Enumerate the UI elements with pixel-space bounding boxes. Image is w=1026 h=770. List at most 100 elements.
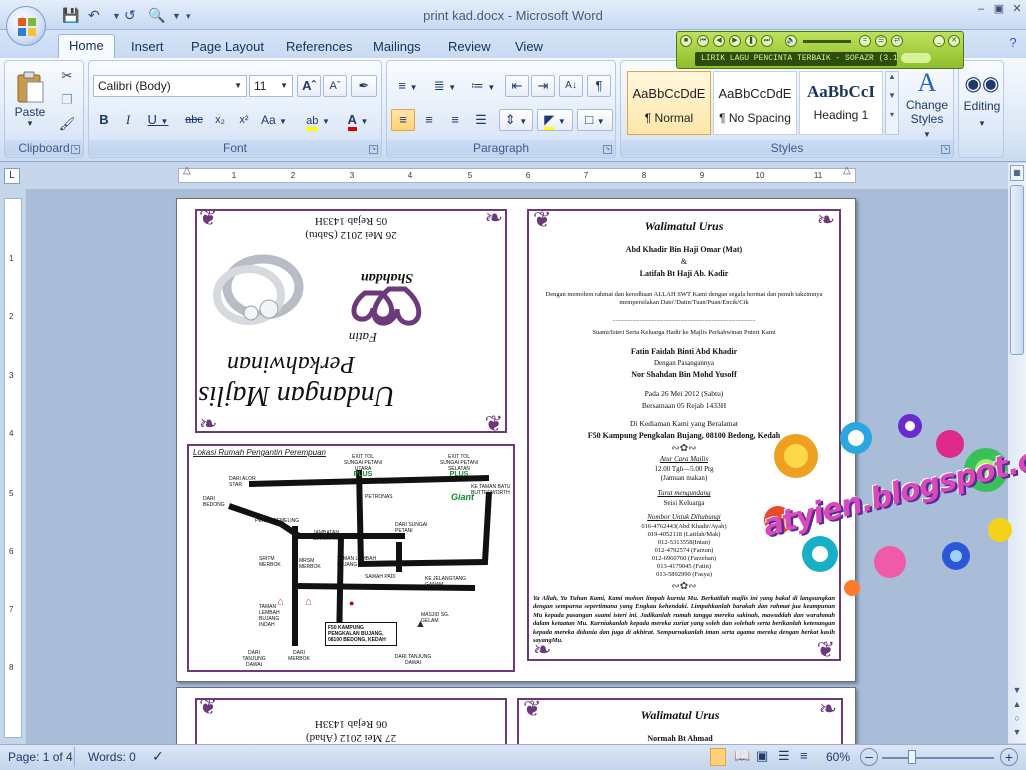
player-close-icon[interactable]: ✕ [948,35,960,47]
tab-home[interactable]: Home [58,34,115,58]
pause-icon[interactable]: ❚ [745,35,757,47]
dialog-launcher-icon[interactable]: ↘ [369,145,378,154]
dialog-launcher-icon[interactable]: ↘ [71,145,80,154]
volume-slider[interactable] [803,40,851,43]
zoom-out-icon[interactable]: – [860,748,878,766]
help-icon[interactable]: ? [1004,36,1022,50]
tab-insert[interactable]: Insert [121,36,174,58]
vertical-ruler[interactable]: 1 2 3 4 5 6 7 8 [4,198,22,738]
style-heading-1[interactable]: AaBbCcI Heading 1 [799,71,883,135]
player-minimize-icon[interactable]: _ [933,35,945,47]
shading-button[interactable]: ◤ ▼ [537,109,573,131]
document-page[interactable]: 26 Mei 2012 (Sabtu) 05 Rejab 1433H Undan… [176,198,856,682]
style-normal[interactable]: AaBbCcDdE ¶ Normal [627,71,711,135]
change-styles-button[interactable]: A Change Styles ▼ [903,67,951,139]
align-center-button[interactable]: ≡ [417,109,441,131]
borders-button[interactable]: □ ▼ [577,109,613,131]
paste-button[interactable]: Paste ▼ [11,67,49,137]
horizontal-ruler[interactable]: △ 1 2 3 4 5 6 7 8 9 10 11 △ [178,165,856,183]
shuffle-icon[interactable]: ⇄ [891,35,903,47]
font-color-button[interactable]: A ▼ [339,109,377,131]
tab-view[interactable]: View [505,36,553,58]
bold-button[interactable]: B [93,109,115,131]
zoom-in-icon[interactable]: + [1000,748,1018,766]
styles-gallery-scroll[interactable]: ▲ ▼ ▾ [885,71,899,135]
zoom-slider-thumb[interactable] [908,750,916,764]
restore-icon[interactable]: ▣ [990,2,1008,16]
rewind-icon[interactable]: ◀ [713,35,725,47]
bullets-button[interactable]: ≡ ▼ [391,75,425,97]
tab-page-layout[interactable]: Page Layout [181,36,274,58]
decrease-indent-button[interactable]: ⇤ [505,75,529,97]
subscript-button[interactable]: x₂ [209,109,231,131]
eq-icon[interactable]: = [859,35,871,47]
copy-button[interactable]: ❐ [55,89,79,111]
tab-mailings[interactable]: Mailings [363,36,431,58]
previous-page-icon[interactable]: ▲ [1010,697,1024,711]
scroll-thumb[interactable] [1010,185,1024,355]
numbering-button[interactable]: ≣ ▼ [427,75,463,97]
multilevel-list-button[interactable]: ≔ ▼ [465,75,501,97]
show-formatting-button[interactable]: ¶ [587,75,611,97]
scroll-down-icon[interactable]: ▼ [1010,683,1024,697]
more-styles-icon[interactable]: ▾ [886,110,898,119]
play-icon[interactable]: ▶ [729,35,741,47]
document-page[interactable]: 27 Mei 2012 (Ahad) 06 Rejab 1433H ❦ ❦ ❧ … [176,687,856,744]
clear-formatting-button[interactable]: ✒ [351,75,377,97]
volume-icon[interactable]: 🔈 [785,35,797,47]
view-ruler-icon[interactable]: ▦ [1010,165,1024,181]
minimize-icon[interactable]: – [972,2,990,16]
indent-marker-icon[interactable]: △ [183,165,191,176]
editing-button[interactable]: ◉◉ Editing ▼ [961,69,1003,139]
prev-icon[interactable]: ⏮ [697,35,709,47]
grow-font-button[interactable]: Aˆ [297,75,321,97]
tab-selector[interactable]: L [4,168,20,184]
right-indent-marker-icon[interactable]: △ [843,165,851,176]
browse-object-icon[interactable]: ○ [1010,711,1024,725]
full-screen-reading-icon[interactable]: 📖 [734,748,750,764]
player-menu-icon[interactable]: ■ [680,35,692,47]
cover-hijri: 06 Rejab 1433H [314,718,388,730]
playlist-icon[interactable]: ☰ [875,35,887,47]
seek-slider[interactable] [901,53,931,63]
page-count[interactable]: Page: 1 of 4 [8,750,73,764]
style-no-spacing[interactable]: AaBbCcDdE ¶ No Spacing [713,71,797,135]
dialog-launcher-icon[interactable]: ↘ [603,145,612,154]
align-right-button[interactable]: ≡ [443,109,467,131]
font-name-combo[interactable]: Calibri (Body) ▼ [93,75,247,97]
cut-button[interactable]: ✂ [55,65,79,87]
dialog-launcher-icon[interactable]: ↘ [941,145,950,154]
format-painter-button[interactable]: 🖌 [55,113,79,135]
zoom-slider[interactable] [882,757,994,759]
font-size-combo[interactable]: 11 ▼ [249,75,293,97]
superscript-button[interactable]: x² [233,109,255,131]
align-left-button[interactable]: ≡ [391,109,415,131]
underline-button[interactable]: U ▼ [141,109,175,131]
print-layout-view-icon[interactable] [710,748,726,766]
zoom-level[interactable]: 60% [826,750,850,764]
word-count[interactable]: Words: 0 [88,750,136,764]
highlight-button[interactable]: ab ▼ [299,109,337,131]
justify-button[interactable]: ☰ [469,109,493,131]
shrink-font-button[interactable]: Aˇ [323,75,347,97]
draft-view-icon[interactable]: ≡ [800,748,808,763]
italic-button[interactable]: I [117,109,139,131]
outline-view-icon[interactable]: ☰ [778,748,790,764]
next-page-icon[interactable]: ▼ [1010,725,1024,739]
tab-references[interactable]: References [276,36,362,58]
office-button[interactable] [6,6,46,46]
close-icon[interactable]: ✕ [1008,2,1026,16]
web-layout-icon[interactable]: ▣ [756,748,768,764]
change-case-button[interactable]: Aa ▼ [257,109,291,131]
sort-button[interactable]: A↓ [559,75,583,97]
proofing-icon[interactable]: ✓ [152,748,164,765]
ruler-number: 7 [583,171,589,180]
increase-indent-button[interactable]: ⇥ [531,75,555,97]
scroll-up-icon[interactable]: ▲ [886,72,898,81]
line-spacing-button[interactable]: ⇕ ▼ [499,109,533,131]
scroll-down-icon[interactable]: ▼ [886,91,898,100]
font-group: Calibri (Body) ▼ 11 ▼ Aˆ Aˇ ✒ B I U ▼ ab… [88,60,382,158]
tab-review[interactable]: Review [438,36,501,58]
next-icon[interactable]: ⏭ [761,35,773,47]
strikethrough-button[interactable]: abc [181,109,207,131]
